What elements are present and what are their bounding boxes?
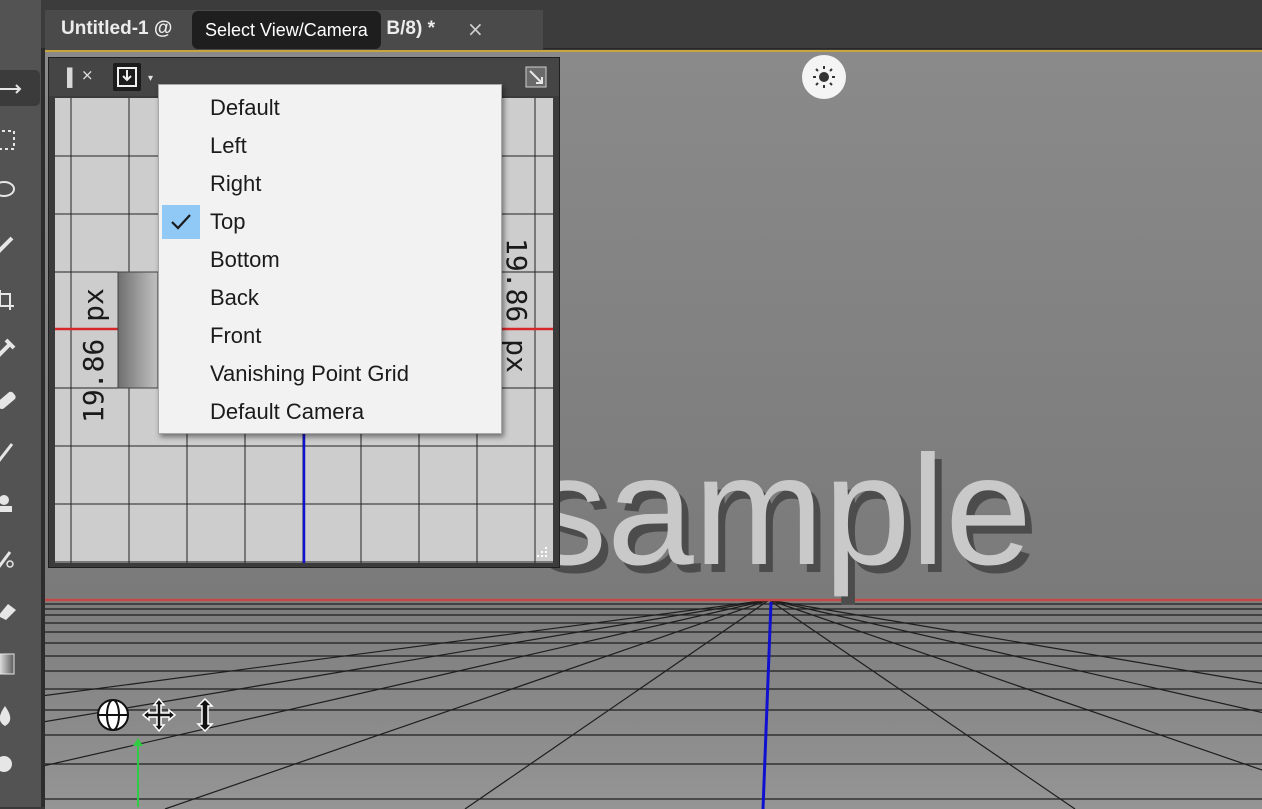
close-tab-icon[interactable]: ×	[467, 17, 484, 41]
crop-tool[interactable]	[0, 282, 40, 318]
menu-item-default-camera[interactable]: Default Camera	[160, 393, 500, 431]
y-axis-indicator	[133, 738, 143, 807]
brush-tool[interactable]	[0, 434, 40, 470]
dodge-tool-icon	[0, 756, 12, 772]
menu-item-right[interactable]: Right	[160, 165, 500, 203]
healing-brush-tool-icon	[0, 391, 16, 410]
orbit-icon[interactable]	[95, 697, 131, 733]
panel-close-icon[interactable]: ×	[81, 66, 94, 84]
menu-item-default[interactable]: Default	[160, 89, 500, 127]
panel-maximize-icon[interactable]	[525, 66, 547, 88]
menu-item-label: Back	[210, 285, 259, 310]
menu-item-label: Left	[210, 133, 247, 158]
blur-tool[interactable]	[0, 698, 40, 734]
gradient-tool-icon	[0, 653, 15, 675]
menu-item-label: Vanishing Point Grid	[210, 361, 409, 386]
select-view-camera-tooltip: Select View/Camera	[192, 11, 381, 49]
marquee-tool[interactable]	[0, 122, 40, 158]
brush-tool-icon	[0, 443, 14, 462]
move-tool-icon	[0, 84, 22, 94]
panel-grip-icon[interactable]: ▪ ▪ ▪ ▪	[66, 64, 73, 90]
menu-item-top[interactable]: Top	[160, 203, 500, 241]
healing-brush-tool[interactable]	[0, 382, 40, 418]
dimension-label-left: 19.86 px	[77, 288, 110, 423]
light-icon	[813, 66, 835, 88]
dimension-label-right: 19.86 px	[500, 238, 533, 373]
view-camera-menu: Default Left Right Top Bottom Back Front…	[158, 84, 502, 434]
menu-item-front[interactable]: Front	[160, 317, 500, 355]
view-camera-icon	[113, 63, 141, 91]
quick-select-tool-icon	[0, 236, 14, 253]
history-brush-tool[interactable]	[0, 540, 40, 576]
eraser-tool[interactable]	[0, 592, 40, 628]
select-view-camera-button[interactable]: ▾	[113, 63, 161, 91]
blur-tool-icon	[0, 706, 11, 726]
eraser-tool-icon	[0, 604, 16, 620]
menu-item-label: Right	[210, 171, 262, 196]
move-tool[interactable]	[0, 70, 40, 106]
gradient-tool[interactable]	[0, 646, 40, 682]
clone-stamp-tool-icon	[0, 495, 12, 512]
camera-navigation	[95, 697, 225, 737]
clone-stamp-tool[interactable]	[0, 486, 40, 522]
crop-tool-icon	[0, 290, 14, 310]
eyedropper-tool[interactable]	[0, 330, 40, 366]
menu-item-back[interactable]: Back	[160, 279, 500, 317]
quick-select-tool[interactable]	[0, 228, 40, 264]
top-view-object	[117, 271, 159, 389]
document-tab-title-tail: B/8) *	[386, 18, 435, 39]
chevron-down-icon: ▾	[148, 73, 154, 84]
history-brush-tool-icon	[0, 551, 14, 568]
menu-item-label: Default Camera	[210, 399, 365, 424]
dodge-tool[interactable]	[0, 746, 40, 782]
light-toggle-button[interactable]	[802, 55, 846, 99]
menu-item-label: Top	[210, 209, 246, 234]
menu-item-label: Front	[210, 323, 262, 348]
checkmark-icon	[162, 205, 200, 239]
menu-item-label: Default	[210, 95, 280, 120]
lasso-tool[interactable]	[0, 172, 40, 208]
menu-item-bottom[interactable]: Bottom	[160, 241, 500, 279]
menu-item-vanishing-point-grid[interactable]: Vanishing Point Grid	[160, 355, 500, 393]
marquee-tool-icon	[0, 130, 15, 150]
eyedropper-tool-icon	[0, 338, 16, 357]
pan-icon[interactable]	[141, 697, 177, 733]
ground-plane	[45, 598, 1262, 809]
menu-item-label: Bottom	[210, 247, 280, 272]
sample-3d-text[interactable]: sample	[529, 424, 1032, 598]
dolly-icon[interactable]	[187, 697, 223, 733]
lasso-tool-icon	[0, 181, 15, 197]
tools-panel	[0, 0, 42, 807]
document-tab-title-head: Untitled-1 @	[61, 18, 173, 39]
menu-item-left[interactable]: Left	[160, 127, 500, 165]
